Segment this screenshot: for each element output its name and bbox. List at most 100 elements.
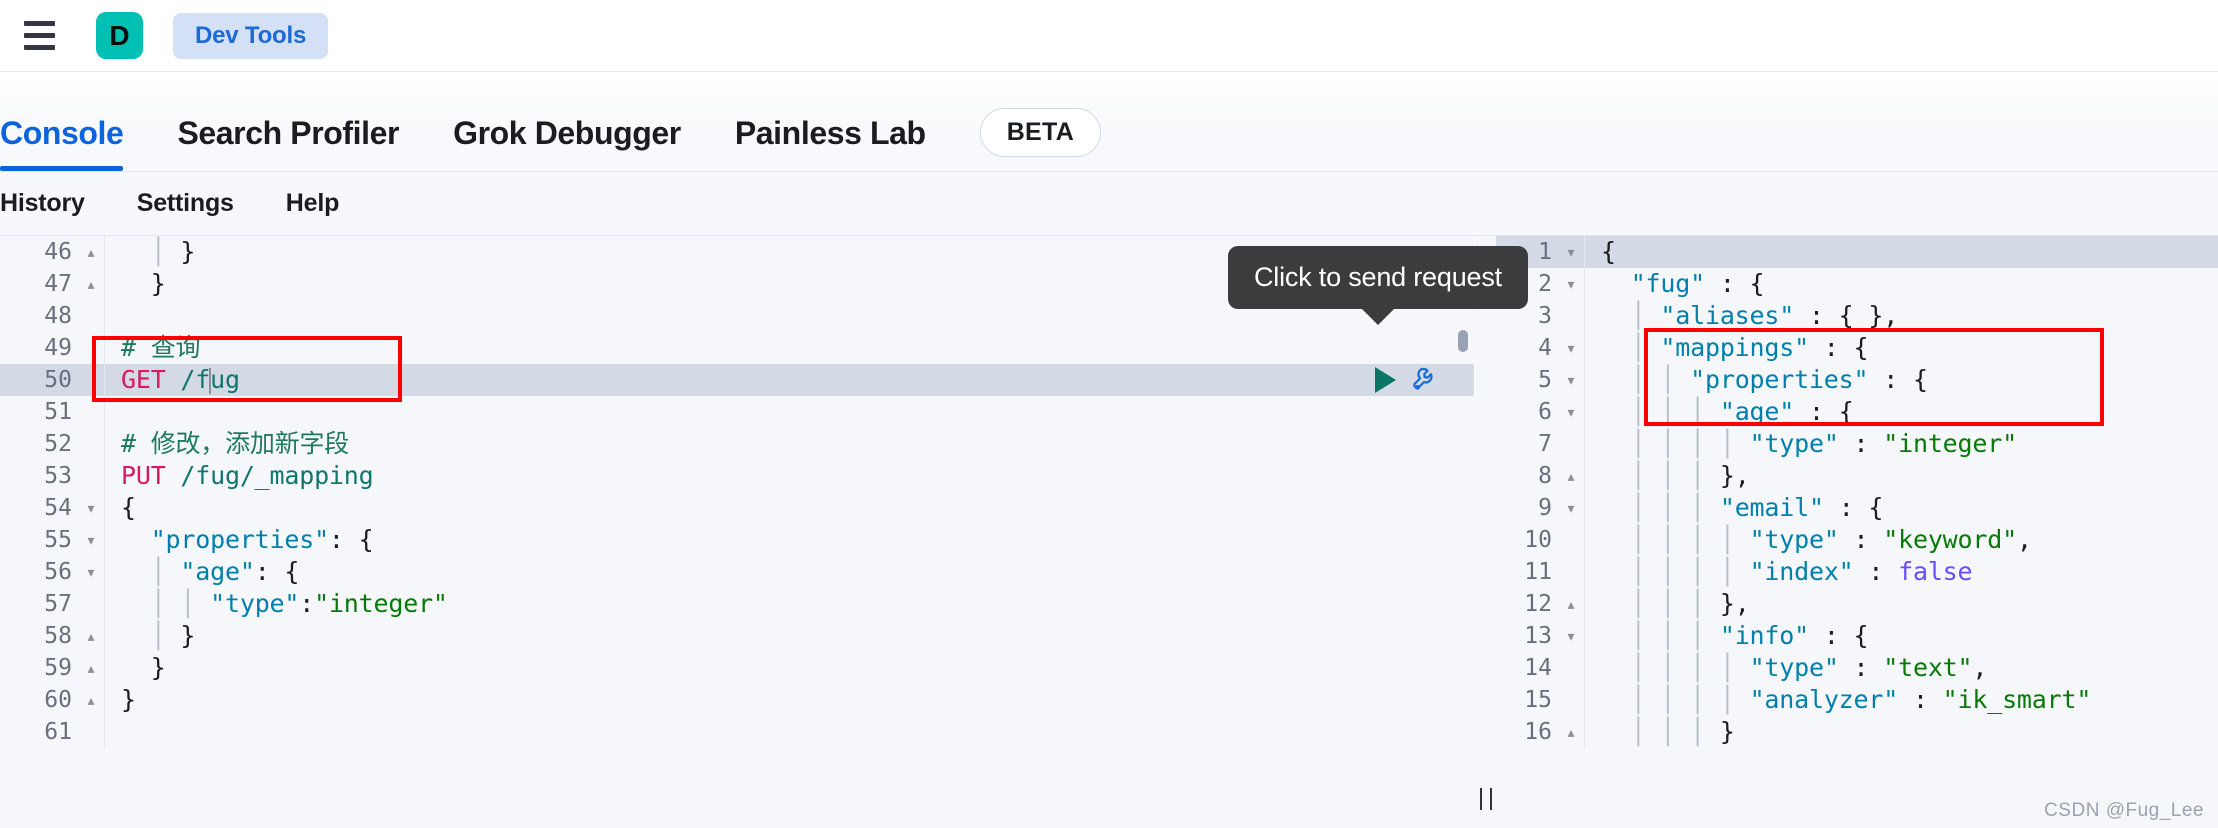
tab-console[interactable]: Console <box>0 117 124 171</box>
fold-toggle-icon[interactable]: ▴ <box>1558 460 1584 492</box>
code-line[interactable]: 5 ▾ │ │ "properties" : { <box>1496 364 2218 396</box>
code-line[interactable]: 49 # 查询 <box>0 332 1474 364</box>
fold-toggle-icon[interactable]: ▴ <box>78 652 104 684</box>
request-pane[interactable]: 46 ▴ │ } 47 ▴ } 48 49 # 查询 50 GET /fug 51 52 # 修改，添… <box>0 236 1474 828</box>
code-line[interactable]: 1 ▾{ <box>1496 236 2218 268</box>
line-number: 61 <box>44 719 72 745</box>
tab-search-profiler[interactable]: Search Profiler <box>177 117 399 171</box>
code-line[interactable]: 51 <box>0 396 1474 428</box>
code-line-text: } <box>121 685 136 714</box>
code-line[interactable]: 54 ▾ { <box>0 492 1474 524</box>
fold-toggle-icon[interactable]: ▴ <box>1558 588 1584 620</box>
code-line-text: │ │ │ "email" : { <box>1630 493 1884 522</box>
code-line[interactable]: 14 │ │ │ │ "type" : "text", <box>1496 652 2218 684</box>
code-line[interactable]: 3 │ "aliases" : { }, <box>1496 300 2218 332</box>
line-number: 9 <box>1538 495 1552 521</box>
tab-painless-lab[interactable]: Painless Lab <box>735 117 926 171</box>
code-line-text: │ "aliases" : { }, <box>1630 301 1899 330</box>
code-line[interactable]: 61 <box>0 716 1474 748</box>
line-number: 57 <box>44 591 72 617</box>
code-line[interactable]: 58 ▴ │ } <box>0 620 1474 652</box>
code-line[interactable]: 7 │ │ │ │ "type" : "integer" <box>1496 428 2218 460</box>
code-line-text: } <box>150 269 166 298</box>
breadcrumb-dev-tools[interactable]: Dev Tools <box>173 12 329 59</box>
code-line[interactable]: 60 ▴} <box>0 684 1474 716</box>
response-pane[interactable]: 1 ▾{2 ▾ "fug" : {3 │ "aliases" : { }, 4 ▾ │ … <box>1496 236 2218 828</box>
fold-toggle-icon[interactable]: ▾ <box>1558 396 1584 428</box>
line-action-group[interactable] <box>1375 364 1440 396</box>
devtools-tab-bar: Console Search Profiler Grok Debugger Pa… <box>0 72 2218 172</box>
hamburger-icon[interactable] <box>16 13 62 59</box>
gutter-divider <box>104 716 105 748</box>
code-line[interactable]: 2 ▾ "fug" : { <box>1496 268 2218 300</box>
code-line[interactable]: 11 │ │ │ │ "index" : false <box>1496 556 2218 588</box>
fold-toggle-icon[interactable]: ▾ <box>1558 492 1584 524</box>
beta-badge: BETA <box>979 108 1102 157</box>
request-code-rows[interactable]: 46 ▴ │ } 47 ▴ } 48 49 # 查询 50 GET /fug 51 52 # 修改，添… <box>0 236 1474 748</box>
response-code-rows[interactable]: 1 ▾{2 ▾ "fug" : {3 │ "aliases" : { }, 4 ▾ │ … <box>1496 236 2218 748</box>
line-number: 49 <box>44 335 72 361</box>
code-line-text: │ │ │ │ "type" : "text", <box>1630 653 1988 682</box>
code-line[interactable]: 52 # 修改，添加新字段 <box>0 428 1474 460</box>
subnav-item-help[interactable]: Help <box>286 189 340 218</box>
code-line[interactable]: 50 GET /fug <box>0 364 1474 396</box>
pane-splitter[interactable] <box>1474 236 1496 828</box>
fold-toggle-icon[interactable]: ▾ <box>1558 364 1584 396</box>
code-line[interactable]: 12 ▴ │ │ │ }, <box>1496 588 2218 620</box>
code-line[interactable]: 15 │ │ │ │ "analyzer" : "ik_smart" <box>1496 684 2218 716</box>
fold-toggle-icon[interactable]: ▾ <box>1558 620 1584 652</box>
code-line-text: │ } <box>150 621 196 650</box>
fold-toggle-icon[interactable]: ▾ <box>1558 268 1584 300</box>
code-line[interactable]: 10 │ │ │ │ "type" : "keyword", <box>1496 524 2218 556</box>
code-line[interactable]: 4 ▾ │ "mappings" : { <box>1496 332 2218 364</box>
code-line[interactable]: 56 ▾ │ "age": { <box>0 556 1474 588</box>
line-number: 54 <box>44 495 72 521</box>
fold-toggle-icon[interactable]: ▴ <box>1558 716 1584 748</box>
code-line[interactable]: 59 ▴ } <box>0 652 1474 684</box>
app-chrome-bar: D Dev Tools <box>0 0 2218 72</box>
subnav-item-settings[interactable]: Settings <box>137 189 234 218</box>
play-triangle-icon[interactable] <box>1375 367 1396 393</box>
code-line-text: │ │ │ }, <box>1630 589 1750 618</box>
line-number: 58 <box>44 623 72 649</box>
fold-toggle-icon[interactable]: ▴ <box>78 620 104 652</box>
line-number: 7 <box>1538 431 1552 457</box>
code-line-text: # 查询 <box>121 333 201 362</box>
gutter-divider <box>104 396 105 428</box>
fold-toggle-icon[interactable]: ▾ <box>1558 332 1584 364</box>
fold-toggle-icon[interactable]: ▴ <box>78 684 104 716</box>
request-pane-scrollbar-thumb[interactable] <box>1458 330 1468 352</box>
code-line-text: } <box>150 653 166 682</box>
line-number: 56 <box>44 559 72 585</box>
line-number: 14 <box>1524 655 1552 681</box>
line-number: 48 <box>44 303 72 329</box>
code-line[interactable]: 55 ▾ "properties": { <box>0 524 1474 556</box>
tab-grok-debugger[interactable]: Grok Debugger <box>453 117 681 171</box>
fold-toggle-icon[interactable]: ▾ <box>78 524 104 556</box>
line-number: 53 <box>44 463 72 489</box>
code-line-text: │ "mappings" : { <box>1630 333 1869 362</box>
code-line[interactable]: 13 ▾ │ │ │ "info" : { <box>1496 620 2218 652</box>
code-line[interactable]: 57 │ │ "type":"integer" <box>0 588 1474 620</box>
line-number: 16 <box>1524 719 1552 745</box>
line-number: 8 <box>1538 463 1552 489</box>
code-line-text: │ │ │ │ "type" : "integer" <box>1630 429 2017 458</box>
subnav-item-history[interactable]: History <box>0 189 85 218</box>
pane-resize-handle[interactable] <box>1479 788 1492 810</box>
line-number: 12 <box>1524 591 1552 617</box>
fold-toggle-icon[interactable]: ▾ <box>78 492 104 524</box>
code-line[interactable]: 16 ▴ │ │ │ } <box>1496 716 2218 748</box>
code-line[interactable]: 53 PUT /fug/_mapping <box>0 460 1474 492</box>
line-number: 15 <box>1524 687 1552 713</box>
code-line[interactable]: 8 ▴ │ │ │ }, <box>1496 460 2218 492</box>
code-line[interactable]: 6 ▾ │ │ │ "age" : { <box>1496 396 2218 428</box>
fold-toggle-icon[interactable]: ▴ <box>78 236 104 268</box>
fold-toggle-icon[interactable]: ▴ <box>78 268 104 300</box>
code-line-text: { <box>121 493 136 522</box>
fold-toggle-icon[interactable]: ▾ <box>78 556 104 588</box>
resize-grip-bar <box>1489 788 1492 810</box>
fold-toggle-icon[interactable]: ▾ <box>1558 236 1584 268</box>
wrench-icon[interactable] <box>1410 365 1440 395</box>
code-line[interactable]: 9 ▾ │ │ │ "email" : { <box>1496 492 2218 524</box>
code-line-text: "properties": { <box>150 525 374 554</box>
